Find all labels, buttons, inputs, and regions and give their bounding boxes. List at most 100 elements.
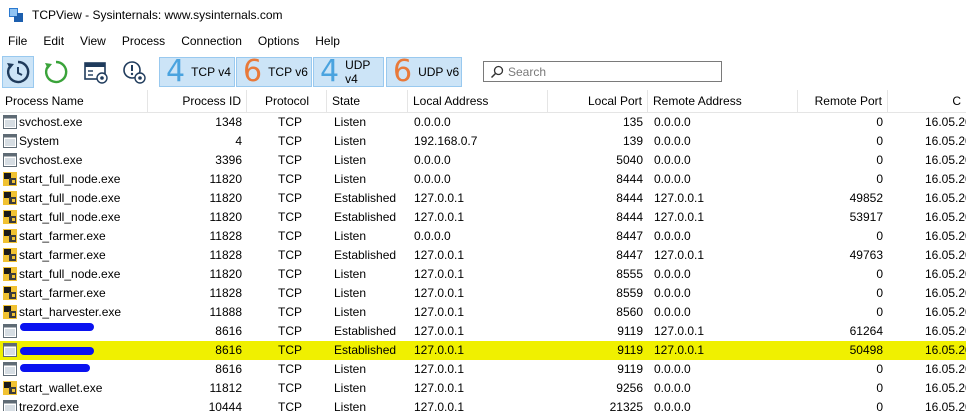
menu-help[interactable]: Help [307, 34, 348, 48]
process-id-cell: 11820 [209, 172, 242, 186]
process-name-cell: svchost.exe [19, 153, 83, 167]
local-address-cell: 0.0.0.0 [414, 229, 451, 243]
remote-port-cell: 49852 [849, 191, 883, 205]
process-id-cell: 1348 [215, 115, 242, 129]
search-box[interactable] [483, 61, 722, 82]
process-id-cell: 8616 [215, 362, 242, 376]
local-port-cell: 8444 [616, 191, 643, 205]
col-local-address[interactable]: Local Address [408, 90, 548, 112]
protocol-cell: TCP [278, 381, 302, 395]
menu-connection[interactable]: Connection [173, 34, 250, 48]
menu-file[interactable]: File [0, 34, 35, 48]
table-row[interactable]: System 4 TCP Listen 192.168.0.7 139 0.0.0.0 0 16… [0, 132, 966, 151]
table-row[interactable]: start_farmer.exe 11828 TCP Established 127.0… [0, 246, 966, 265]
local-port-cell: 8444 [616, 172, 643, 186]
col-local-port[interactable]: Local Port [548, 90, 648, 112]
udp-v6-toggle[interactable]: 6 UDP v6 [386, 57, 462, 87]
remote-port-cell: 0 [876, 153, 883, 167]
refresh-button[interactable] [40, 56, 72, 88]
tcp-v4-toggle[interactable]: 4 TCP v4 [159, 57, 235, 87]
refresh-icon [44, 60, 68, 84]
col-remote-port[interactable]: Remote Port [798, 90, 888, 112]
process-name-cell: start_farmer.exe [19, 286, 106, 300]
protocol-cell: TCP [278, 248, 302, 262]
process-name-cell: start_full_node.exe [19, 191, 121, 205]
local-port-cell: 5040 [616, 153, 643, 167]
local-address-cell: 127.0.0.1 [414, 286, 465, 300]
menu-edit[interactable]: Edit [35, 34, 72, 48]
process-name-cell: trezord.exe [19, 400, 80, 411]
col-created[interactable]: C [888, 90, 966, 112]
table-row[interactable]: svchost.exe 3396 TCP Listen 0.0.0.0 5040 0.0.0… [0, 151, 966, 170]
redaction-mark [20, 323, 94, 331]
tcp-v6-toggle[interactable]: 6 TCP v6 [236, 57, 312, 87]
col-remote-address[interactable]: Remote Address [648, 90, 798, 112]
table-row[interactable]: start_farmer.exe 11828 TCP Listen 0.0.0.0 844… [0, 227, 966, 246]
state-cell: Listen [334, 362, 367, 376]
python-app-icon [3, 191, 17, 205]
col-process-id[interactable]: Process ID [148, 90, 247, 112]
python-app-icon [3, 172, 17, 186]
table-row[interactable]: start_full_node.exe 11820 TCP Listen 0.0.0.0… [0, 170, 966, 189]
window-app-icon [3, 153, 17, 167]
remote-port-cell: 0 [876, 381, 883, 395]
created-cell: 16.05.20 [925, 172, 966, 186]
remote-port-cell: 50498 [849, 343, 883, 357]
col-protocol[interactable]: Protocol [247, 90, 327, 112]
table-row[interactable]: trezord.exe 10444 TCP Listen 127.0.0.1 21325 0… [0, 398, 966, 411]
local-address-cell: 127.0.0.1 [414, 324, 465, 338]
search-input[interactable] [504, 64, 708, 79]
local-address-cell: 127.0.0.1 [414, 191, 465, 205]
remote-address-cell: 0.0.0.0 [654, 115, 691, 129]
table-row[interactable]: start_full_node.exe 11820 TCP Established 12… [0, 208, 966, 227]
process-name-cell: start_farmer.exe [19, 229, 106, 243]
menu-process[interactable]: Process [114, 34, 173, 48]
state-cell: Established [334, 324, 397, 338]
protocol-cell: TCP [278, 267, 302, 281]
python-app-icon [3, 286, 17, 300]
table-row[interactable]: start_wallet.exe 11812 TCP Listen 127.0.0.1 9… [0, 379, 966, 398]
process-name-cell: start_harvester.exe [19, 305, 122, 319]
process-name-cell: start_wallet.exe [19, 381, 103, 395]
local-port-cell: 8447 [616, 248, 643, 262]
table-row[interactable]: 8616 TCP Established 127.0.0.1 9119 127.0.0.1… [0, 341, 966, 360]
remote-port-cell: 0 [876, 134, 883, 148]
udp-v4-toggle[interactable]: 4 UDP v4 [313, 57, 384, 87]
col-process-name[interactable]: Process Name [0, 90, 148, 112]
remote-address-cell: 0.0.0.0 [654, 305, 691, 319]
udp-v4-label: UDP v4 [345, 58, 371, 86]
python-app-icon [3, 229, 17, 243]
menu-view[interactable]: View [72, 34, 114, 48]
columns-icon [84, 62, 108, 84]
process-id-cell: 11888 [209, 305, 242, 319]
table-row[interactable]: start_full_node.exe 11820 TCP Established 12… [0, 189, 966, 208]
remote-address-cell: 127.0.0.1 [654, 191, 705, 205]
columns-button[interactable] [80, 56, 112, 88]
table-row[interactable]: svchost.exe 1348 TCP Listen 0.0.0.0 135 0.0.0.… [0, 113, 966, 132]
local-address-cell: 192.168.0.7 [414, 134, 478, 148]
table-row[interactable]: start_full_node.exe 11820 TCP Listen 127.0.0… [0, 265, 966, 284]
tcp-v6-label: TCP v6 [268, 65, 308, 79]
remote-port-cell: 0 [876, 286, 883, 300]
protocol-cell: TCP [278, 343, 302, 357]
table-row[interactable]: 8616 TCP Established 127.0.0.1 9119 127.0.0.1… [0, 322, 966, 341]
remote-port-cell: 0 [876, 172, 883, 186]
local-port-cell: 9119 [617, 343, 643, 357]
local-port-cell: 8560 [616, 305, 643, 319]
table-row[interactable]: start_farmer.exe 11828 TCP Listen 127.0.0.1 8… [0, 284, 966, 303]
col-state[interactable]: State [327, 90, 408, 112]
created-cell: 16.05.20 [925, 248, 966, 262]
process-properties-button[interactable] [119, 56, 151, 88]
table-row[interactable]: 8616 TCP Listen 127.0.0.1 9119 0.0.0.0 0 16.05.… [0, 360, 966, 379]
state-cell: Established [334, 343, 397, 357]
table-row[interactable]: start_harvester.exe 11888 TCP Listen 127.0.0… [0, 303, 966, 322]
local-address-cell: 127.0.0.1 [414, 267, 465, 281]
process-id-cell: 8616 [215, 343, 242, 357]
connections-table: Process Name Process ID Protocol State L… [0, 90, 966, 411]
resolve-addresses-button[interactable] [2, 56, 34, 88]
menu-options[interactable]: Options [250, 34, 307, 48]
local-port-cell: 139 [622, 134, 643, 148]
python-app-icon [3, 210, 17, 224]
remote-address-cell: 0.0.0.0 [654, 229, 691, 243]
remote-port-cell: 61264 [849, 324, 883, 338]
